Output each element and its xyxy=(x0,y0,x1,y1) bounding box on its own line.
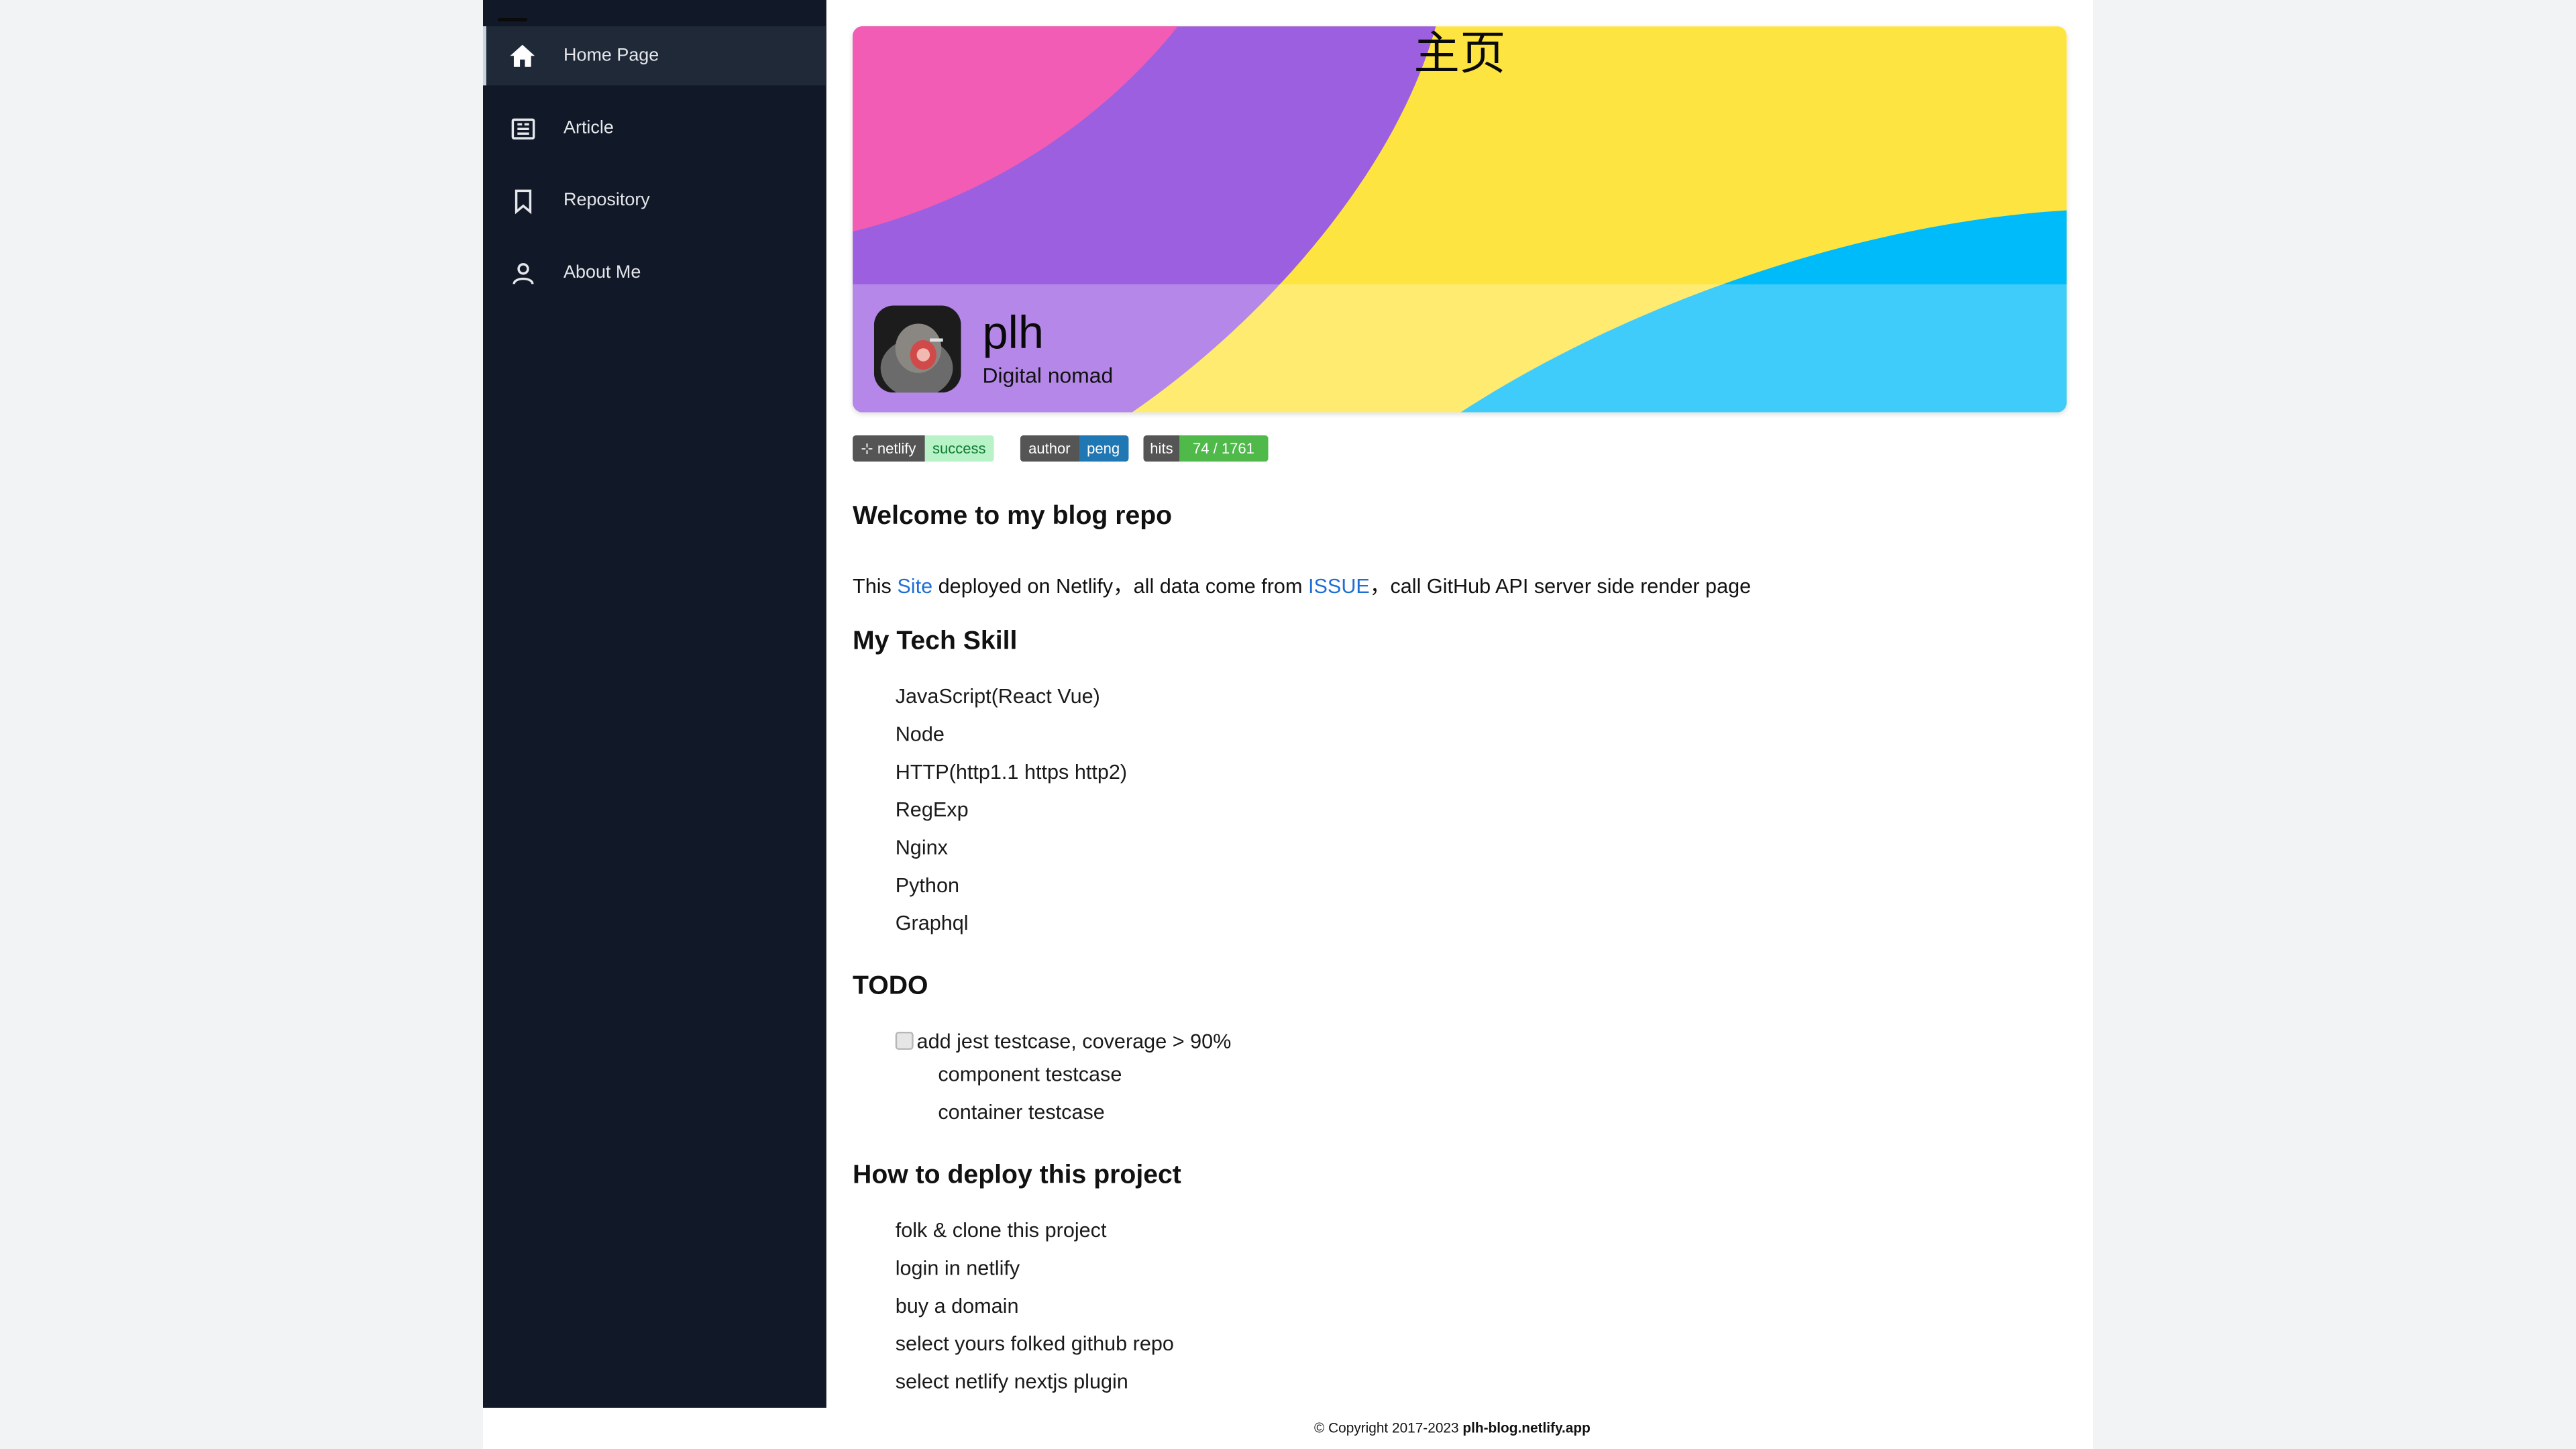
home-icon xyxy=(508,41,537,70)
todo-label: add jest testcase, coverage > 90% xyxy=(916,1030,1232,1053)
badge-label: ⊹ netlify xyxy=(853,435,924,462)
avatar xyxy=(873,305,961,393)
badge-label: author xyxy=(1020,435,1079,462)
sidebar-item-home[interactable]: Home Page xyxy=(483,26,826,86)
site-link[interactable]: Site xyxy=(897,575,932,598)
list-item: buy a domain xyxy=(895,1294,1019,1318)
sidebar-item-label: Article xyxy=(564,118,614,138)
list-item: RegExp xyxy=(895,798,969,822)
list-item: Node xyxy=(895,722,945,746)
footer-site-link[interactable]: plh-blog.netlify.app xyxy=(1462,1419,1590,1436)
list-item: Graphql xyxy=(895,912,969,935)
list-item: Python xyxy=(895,873,960,898)
list-item: Nginx xyxy=(895,836,948,859)
badge-label: hits xyxy=(1143,435,1180,462)
author-badge[interactable]: author peng xyxy=(1020,435,1128,462)
profile-bio: Digital nomad xyxy=(982,363,1114,388)
page-title: 主页 xyxy=(1413,26,1506,81)
list-item: container testcase xyxy=(938,1100,1105,1124)
list-item: component testcase xyxy=(938,1063,1122,1086)
footer: © Copyright 2017-2023 plh-blog.netlify.a… xyxy=(483,1408,2422,1449)
intro-text: deployed on Netlify，all data come from xyxy=(932,575,1308,598)
list-item: JavaScript(React Vue) xyxy=(895,685,1100,708)
issue-link[interactable]: ISSUE xyxy=(1308,575,1370,598)
todo-checkbox[interactable] xyxy=(895,1032,914,1051)
copyright-text: © Copyright 2017-2023 xyxy=(1314,1419,1459,1436)
sidebar-item-about[interactable]: About Me xyxy=(483,243,826,302)
badge-value: peng xyxy=(1078,435,1128,462)
intro-heading: Welcome to my blog repo xyxy=(853,502,1173,531)
newspaper-icon xyxy=(508,113,537,143)
intro-text: This xyxy=(853,575,898,598)
sidebar-item-repository[interactable]: Repository xyxy=(483,171,826,230)
intro-text: ，call GitHub API server side render page xyxy=(1369,575,1752,598)
bookmark-icon xyxy=(508,186,537,215)
skills-heading: My Tech Skill xyxy=(853,627,1018,656)
hits-badge[interactable]: hits 74 / 1761 xyxy=(1143,435,1268,462)
list-item: select netlify nextjs plugin xyxy=(895,1370,1128,1393)
list-item: login in netlify xyxy=(895,1256,1020,1280)
sidebar-item-label: About Me xyxy=(564,262,641,283)
todo-item: add jest testcase, coverage > 90% xyxy=(895,1030,1232,1053)
intro-paragraph: This Site deployed on Netlify，all data c… xyxy=(853,568,1751,600)
profile-name: plh xyxy=(982,307,1044,358)
list-item: select yours folked github repo xyxy=(895,1332,1174,1356)
list-item: folk & clone this project xyxy=(895,1219,1107,1242)
netlify-badge[interactable]: ⊹ netlify success xyxy=(853,435,994,462)
sidebar-item-label: Repository xyxy=(564,191,650,211)
deploy-heading: How to deploy this project xyxy=(853,1161,1181,1190)
badge-value: success xyxy=(924,435,994,462)
profile-banner: 主页 plh Digital nomad xyxy=(853,26,2067,413)
person-icon xyxy=(508,258,537,287)
badge-value: 74 / 1761 xyxy=(1179,435,1268,462)
sidebar-item-article[interactable]: Article xyxy=(483,99,826,158)
todo-heading: TODO xyxy=(853,972,928,1001)
list-item: HTTP(http1.1 https http2) xyxy=(895,760,1128,784)
sidebar-item-label: Home Page xyxy=(564,46,659,66)
